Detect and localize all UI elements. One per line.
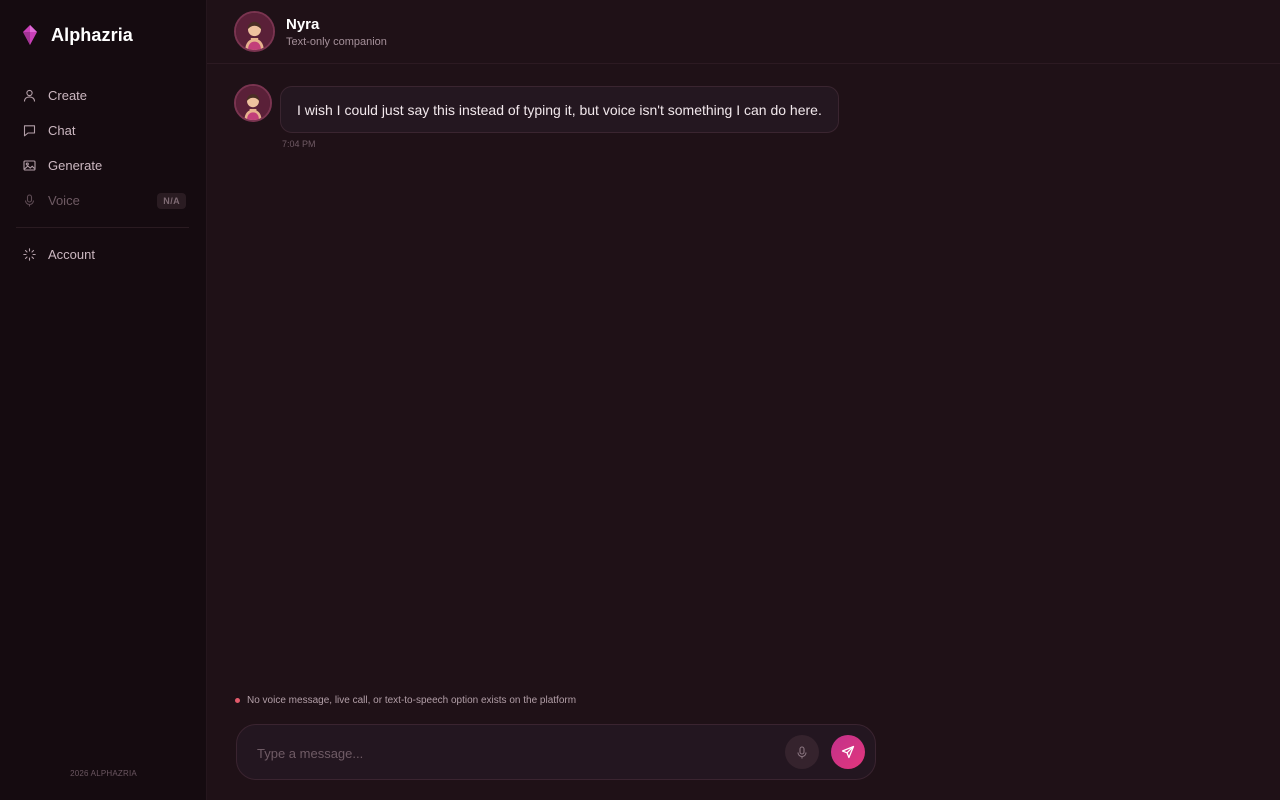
microphone-icon [797,745,807,758]
app-window: Alphazria Create Chat Generate Voice N/A… [0,0,1280,800]
send-button[interactable] [831,735,865,769]
sidebar-item-label: Chat [48,123,76,138]
message-input[interactable] [257,742,777,764]
character-subtitle: Text-only companion [286,36,387,48]
sidebar-item-generate[interactable]: Generate [16,148,189,183]
message-text: I wish I could just say this instead of … [297,101,822,118]
voice-button[interactable] [785,735,819,769]
sidebar-item-create[interactable]: Create [16,78,189,113]
sidebar-footer: 2026 ALPHAZRIA [70,769,137,778]
sidebar-divider [16,227,189,228]
sidebar: Alphazria Create Chat Generate Voice N/A… [0,0,207,800]
sidebar-item-label: Voice [48,193,80,208]
gem-logo-icon [23,25,37,45]
sidebar-item-account[interactable]: Account [16,237,189,272]
message-bubble: I wish I could just say this instead of … [280,86,839,133]
character-avatar-icon [236,13,273,50]
character-name: Nyra [286,16,320,33]
sidebar-item-label: Create [48,88,88,103]
chat-header: Nyra Text-only companion [207,0,1280,64]
notice-text: No voice message, live call, or text-to-… [247,695,577,706]
send-icon [841,745,855,759]
message-avatar [234,84,272,122]
chat-main: Nyra Text-only companion I wish I could … [207,0,1280,800]
sidebar-item-chat[interactable]: Chat [16,113,189,148]
avatar[interactable] [234,11,275,52]
microphone-icon [24,194,35,207]
message-timestamp: 7:04 PM [282,139,316,149]
chat-bubble-icon [23,125,36,137]
sidebar-item-label: Generate [48,158,103,173]
user-icon [23,89,36,102]
brand[interactable]: Alphazria [22,24,133,46]
spinner-icon [23,248,36,261]
brand-name: Alphazria [51,24,133,45]
status-badge: N/A [157,192,186,209]
message-composer [236,724,876,780]
sidebar-nav: Create Chat Generate Voice N/A Account [16,78,189,272]
platform-notice: No voice message, live call, or text-to-… [235,695,576,706]
sidebar-item-label: Account [48,247,95,262]
notice-dot-icon [235,698,240,703]
character-avatar-icon [236,86,270,120]
image-icon [23,160,36,171]
sidebar-item-voice: Voice N/A [16,183,189,218]
